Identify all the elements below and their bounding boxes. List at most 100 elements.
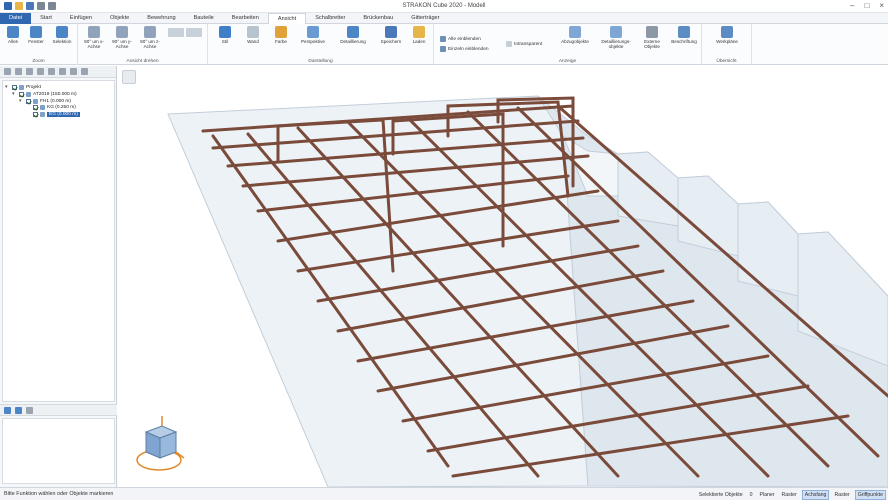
- collapse-icon[interactable]: ▾: [19, 98, 24, 104]
- selected-objects-count: 0: [749, 492, 753, 498]
- deduction-objects-icon: [569, 26, 581, 38]
- rotate-z-icon: [144, 26, 156, 38]
- visibility-checkbox[interactable]: [12, 84, 17, 90]
- ribbon-group-display: Stil Wand Farbe Perspektive Detaillierun…: [208, 24, 434, 65]
- project-panel: ▾ Projekt ▾ AT2019 (150.000 m) ▾ FH1 (0.…: [0, 66, 117, 487]
- maximize-icon[interactable]: □: [864, 1, 869, 10]
- close-icon[interactable]: ×: [879, 1, 884, 10]
- tab-einfuegen[interactable]: Einfügen: [61, 13, 101, 24]
- minimize-icon[interactable]: –: [850, 1, 854, 10]
- tab-bauteile[interactable]: Bauteile: [185, 13, 223, 24]
- tree-item[interactable]: ▾ AT2019 (150.000 m): [12, 91, 77, 97]
- tree-item[interactable]: ▾ FH1 (0.000 m): [19, 98, 71, 104]
- zoom-window-icon: [30, 26, 42, 38]
- ribbon: Alles Fenster Selektion Zoom 90° um x-Ac…: [0, 24, 888, 65]
- view-preset-2-button[interactable]: [186, 28, 202, 37]
- show-all-button[interactable]: Alle einblenden: [440, 36, 481, 42]
- ribbon-group-show: Alle einblenden Einzeln einblenden Intra…: [434, 24, 702, 65]
- style-button[interactable]: Stil: [214, 26, 236, 44]
- collapse-icon[interactable]: ▾: [12, 91, 17, 97]
- external-objects-button[interactable]: Externe Objekte: [638, 26, 666, 49]
- window-title: STRAKON Cube 2020 - Modell: [402, 3, 486, 9]
- rotate-y-icon: [116, 26, 128, 38]
- status-message: Bitte Funktion wählen oder Objekte marki…: [4, 491, 114, 497]
- tree-up-icon[interactable]: [15, 68, 22, 75]
- toggle-griffpunkte[interactable]: Griffpunkte: [854, 490, 886, 500]
- viewport-pick-tool-button[interactable]: [122, 70, 136, 84]
- color-button[interactable]: Farbe: [270, 26, 292, 44]
- visibility-checkbox[interactable]: [33, 105, 38, 110]
- deduction-objects-button[interactable]: Abzugobjekte: [558, 26, 592, 44]
- tree-link-icon[interactable]: [70, 68, 77, 75]
- show-all-icon: [440, 36, 446, 42]
- tree-down-icon[interactable]: [26, 68, 33, 75]
- properties-close-icon[interactable]: [26, 407, 33, 414]
- visibility-checkbox[interactable]: [19, 91, 24, 97]
- properties-add-icon[interactable]: [4, 407, 11, 414]
- tab-start[interactable]: Start: [31, 13, 61, 24]
- load-view-button[interactable]: Laden: [408, 26, 430, 44]
- tab-bewehrung[interactable]: Bewehrung: [138, 13, 184, 24]
- visibility-checkbox[interactable]: [33, 112, 38, 117]
- tab-gittertraeger[interactable]: Gitterträger: [402, 13, 448, 24]
- labeling-icon: [678, 26, 690, 38]
- labeling-button[interactable]: Beschriftung: [668, 26, 700, 44]
- toggle-raster[interactable]: Raster: [780, 491, 799, 499]
- tree-new-icon[interactable]: [4, 68, 11, 75]
- group-label-show: Anzeige: [558, 59, 577, 64]
- toggle-achsfang[interactable]: Achsfang: [801, 490, 830, 500]
- tab-datei[interactable]: Datei: [0, 13, 32, 24]
- tree-item[interactable]: KG (0.250 m): [33, 105, 76, 110]
- status-bar: Bitte Funktion wählen oder Objekte marki…: [0, 487, 888, 500]
- external-objects-icon: [646, 26, 658, 38]
- wall-button[interactable]: Wand: [242, 26, 264, 44]
- style-cube-icon: [219, 26, 231, 38]
- tab-schalbretter[interactable]: Schalbretter: [306, 13, 354, 24]
- properties-sort-icon[interactable]: [15, 407, 22, 414]
- selected-objects-label: Selektierte Objekte: [698, 492, 743, 498]
- color-icon: [275, 26, 287, 38]
- model-viewport[interactable]: [118, 66, 888, 487]
- project-tree: ▾ Projekt ▾ AT2019 (150.000 m) ▾ FH1 (0.…: [2, 80, 115, 402]
- ribbon-tabs: Datei Start Einfügen Objekte Bewehrung B…: [0, 13, 888, 25]
- tree-item[interactable]: ▾ Projekt: [5, 84, 41, 90]
- workplans-icon: [721, 26, 733, 38]
- toggle-raster-2[interactable]: Raster: [832, 491, 851, 499]
- workplans-button[interactable]: Werkpläne: [710, 26, 744, 44]
- collapse-icon[interactable]: ▾: [5, 84, 10, 90]
- view-preset-icon: [168, 28, 184, 37]
- save-view-button[interactable]: Speichern: [378, 26, 404, 44]
- save-view-icon: [385, 26, 397, 38]
- rotate-x-button[interactable]: 90° um x-Achse: [82, 26, 106, 49]
- detail-objects-icon: [610, 26, 622, 38]
- tab-bearbeiten[interactable]: Bearbeiten: [223, 13, 268, 24]
- tree-edit-icon[interactable]: [48, 68, 55, 75]
- view-preset-button[interactable]: [168, 28, 184, 37]
- navigation-cube-icon[interactable]: [132, 414, 186, 476]
- opaque-button[interactable]: Intransparent: [506, 41, 542, 47]
- detail-objects-button[interactable]: Detaillierungs-objekte: [598, 26, 634, 49]
- properties-panel: [2, 418, 115, 484]
- show-single-button[interactable]: Einzeln einblenden: [440, 46, 489, 52]
- visibility-checkbox[interactable]: [26, 98, 31, 104]
- zoom-window-button[interactable]: Fenster: [25, 26, 47, 44]
- selected-tree-label: EG (0.000 m): [47, 112, 80, 117]
- tree-toolbar: [0, 66, 116, 78]
- zoom-selection-button[interactable]: Selektion: [49, 26, 75, 44]
- tree-delete-icon[interactable]: [59, 68, 66, 75]
- tab-brueckenbau[interactable]: Brückenbau: [354, 13, 402, 24]
- ribbon-group-overview: Werkpläne Übersicht: [702, 24, 752, 65]
- zoom-selection-icon: [56, 26, 68, 38]
- toggle-planer[interactable]: Planer: [758, 491, 777, 499]
- perspective-button[interactable]: Perspektive: [298, 26, 328, 44]
- building-icon: [26, 91, 31, 97]
- tab-objekte[interactable]: Objekte: [101, 13, 138, 24]
- detail-button[interactable]: Detaillierung: [336, 26, 370, 44]
- tree-home-icon[interactable]: [37, 68, 44, 75]
- rotate-z-button[interactable]: 90° um z-Achse: [138, 26, 162, 49]
- tree-settings-icon[interactable]: [81, 68, 88, 75]
- rotate-y-button[interactable]: 90° um y-Achse: [110, 26, 134, 49]
- tree-item[interactable]: EG (0.000 m): [33, 112, 80, 117]
- load-view-icon: [413, 26, 425, 38]
- zoom-all-button[interactable]: Alles: [3, 26, 23, 44]
